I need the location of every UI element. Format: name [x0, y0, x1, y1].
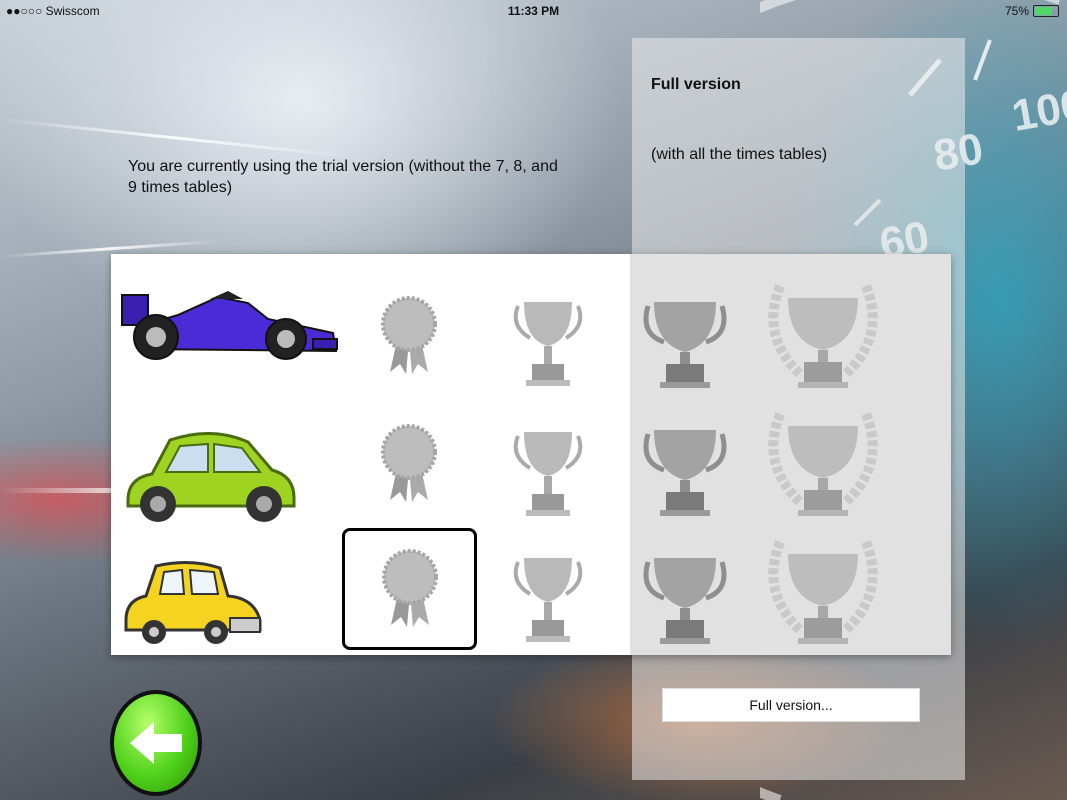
medal-icon[interactable]: [376, 424, 442, 504]
status-bar: ●●○○○ Swisscom 11:33 PM 75%: [0, 0, 1067, 22]
laurel-trophy-icon: [760, 276, 886, 390]
trophy-icon[interactable]: [510, 296, 586, 390]
full-version-title: Full version: [651, 76, 741, 93]
medal-cell-selected[interactable]: [342, 528, 477, 650]
big-trophy-icon: [640, 426, 730, 518]
medal-icon: [381, 549, 438, 627]
battery-indicator: 75%: [1005, 4, 1059, 18]
battery-percent: 75%: [1004, 4, 1029, 18]
beetle-car-icon[interactable]: [122, 430, 298, 525]
trial-message: You are currently using the trial versio…: [128, 158, 558, 196]
full-version-button[interactable]: Full version...: [662, 688, 920, 722]
f1-car-icon[interactable]: [118, 285, 340, 365]
back-arrow-icon: [130, 722, 182, 764]
trophy-icon[interactable]: [510, 426, 586, 520]
medal-icon[interactable]: [376, 296, 442, 376]
clock: 11:33 PM: [507, 4, 560, 18]
cartoon-car-icon[interactable]: [120, 560, 266, 650]
big-trophy-icon: [640, 554, 730, 646]
laurel-trophy-icon: [760, 404, 886, 518]
full-version-subtitle: (with all the times tables): [651, 146, 828, 163]
battery-icon: [1033, 5, 1059, 17]
laurel-trophy-icon: [760, 532, 886, 646]
back-button[interactable]: [110, 690, 202, 796]
big-trophy-icon: [640, 298, 730, 390]
trophy-icon[interactable]: [510, 552, 586, 646]
